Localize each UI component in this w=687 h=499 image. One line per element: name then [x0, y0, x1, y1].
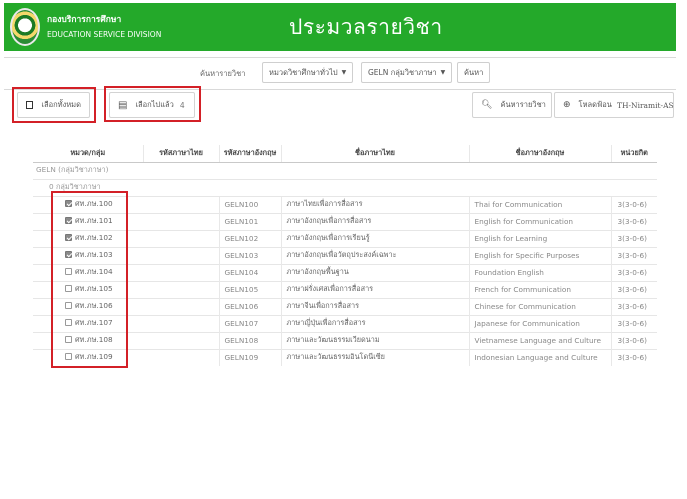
course-credit: 3(3-0-6): [610, 297, 657, 315]
course-code-english: GELN104: [218, 263, 281, 281]
course-name-thai: ภาษาและวัฒนธรรมอินโดนีเซีย: [280, 348, 469, 366]
org-name-thai: กองบริการการศึกษา: [47, 15, 122, 25]
course-name-thai: ภาษาไทยเพื่อการสื่อสาร: [280, 195, 469, 213]
highlight-box: [104, 86, 201, 122]
course-credit: 3(3-0-6): [610, 331, 657, 349]
chevron-down-icon: ▼: [440, 69, 446, 76]
course-name-english: Foundation English: [468, 263, 611, 281]
org-name-english: EDUCATION SERVICE DIVISION: [47, 30, 162, 39]
course-name-thai: ภาษาอังกฤษเพื่อการเรียนรู้: [280, 229, 469, 247]
category-select-value: หมวดวิชาศึกษาทั่วไป: [269, 67, 338, 77]
chevron-down-icon: ▼: [341, 69, 347, 76]
category-select[interactable]: หมวดวิชาศึกษาทั่วไป ▼: [262, 62, 354, 83]
course-credit: 3(3-0-6): [610, 263, 657, 281]
course-code-english: GELN103: [218, 246, 281, 264]
course-name-thai: ภาษาอังกฤษเพื่อการสื่อสาร: [280, 212, 469, 230]
course-name-english: English for Specific Purposes: [468, 246, 611, 264]
university-logo: [10, 8, 40, 46]
search-label: ค้นหารายวิชา: [200, 69, 246, 78]
group-select-value: GELN กลุ่มวิชาภาษา: [368, 67, 437, 77]
course-name-english: Vietnamese Language and Culture: [468, 331, 611, 349]
course-code-english: GELN100: [218, 195, 281, 213]
download-label: โหลดฟ้อน: [578, 100, 612, 109]
search-button[interactable]: ค้นหา: [457, 62, 491, 83]
course-name-thai: ภาษาและวัฒนธรรมเวียดนาม: [280, 331, 469, 349]
course-credit: 3(3-0-6): [610, 212, 657, 230]
header-credit: หน่วยกิต: [610, 145, 657, 163]
course-name-thai: ภาษาอังกฤษพื้นฐาน: [280, 263, 469, 281]
course-code-english: GELN109: [218, 348, 281, 366]
course-name-english: Indonesian Language and Culture: [468, 348, 611, 366]
course-code-english: GELN107: [218, 314, 281, 332]
course-name-english: Thai for Communication: [468, 195, 611, 213]
course-code-english: GELN105: [218, 280, 281, 298]
course-credit: 3(3-0-6): [610, 229, 657, 247]
course-code-english: GELN102: [218, 229, 281, 247]
search-button-label: ค้นหา: [464, 67, 484, 77]
course-credit: 3(3-0-6): [610, 246, 657, 264]
download-font-button[interactable]: ⊕ โหลดฟ้อน TH-Niramit-AS: [554, 92, 674, 118]
group-select[interactable]: GELN กลุ่มวิชาภาษา ▼: [361, 62, 453, 83]
course-name-english: English for Learning: [468, 229, 611, 247]
course-name-thai: ภาษาอังกฤษเพื่อวัตถุประสงค์เฉพาะ: [280, 246, 469, 264]
header-group: หมวด/กลุ่ม: [33, 145, 143, 163]
course-name-english: Chinese for Communication: [468, 297, 611, 315]
app-header: กองบริการการศึกษา EDUCATION SERVICE DIVI…: [4, 3, 676, 51]
course-credit: 3(3-0-6): [610, 280, 657, 298]
search-icon: 🔍︎: [481, 100, 493, 110]
course-name-english: English for Communication: [468, 212, 611, 230]
course-name-thai: ภาษาจีนเพื่อการสื่อสาร: [280, 297, 469, 315]
divider: [4, 57, 676, 58]
font-name: TH-Niramit-AS: [616, 100, 674, 110]
course-credit: 3(3-0-6): [610, 195, 657, 213]
course-code-english: GELN108: [218, 331, 281, 349]
table-header-row: หมวด/กลุ่ม รหัสภาษาไทย รหัสภาษาอังกฤษ ชื…: [33, 145, 657, 163]
highlight-box: [12, 87, 96, 123]
header-name-en: ชื่อภาษาอังกฤษ: [468, 145, 611, 163]
course-credit: 3(3-0-6): [610, 314, 657, 332]
course-search-label: ค้นหารายวิชา: [500, 100, 546, 109]
course-credit: 3(3-0-6): [610, 348, 657, 366]
course-name-thai: ภาษาญี่ปุ่นเพื่อการสื่อสาร: [280, 314, 469, 332]
page-title: ประมวลรายวิชา: [289, 15, 443, 39]
course-code-english: GELN101: [218, 212, 281, 230]
header-name-th: ชื่อภาษาไทย: [280, 145, 469, 163]
course-name-thai: ภาษาฝรั่งเศสเพื่อการสื่อสาร: [280, 280, 469, 298]
highlight-box: [51, 191, 128, 368]
course-name-english: French for Communication: [468, 280, 611, 298]
header-code-th: รหัสภาษาไทย: [142, 145, 219, 163]
group-label: GELN (กลุ่มวิชาภาษา): [33, 161, 657, 179]
course-search-button[interactable]: 🔍︎ ค้นหารายวิชา: [472, 92, 552, 118]
course-code-english: GELN106: [218, 297, 281, 315]
group-row: GELN (กลุ่มวิชาภาษา): [33, 161, 657, 179]
download-icon: ⊕: [563, 100, 571, 110]
header-code-en: รหัสภาษาอังกฤษ: [218, 145, 281, 163]
course-name-english: Japanese for Communication: [468, 314, 611, 332]
